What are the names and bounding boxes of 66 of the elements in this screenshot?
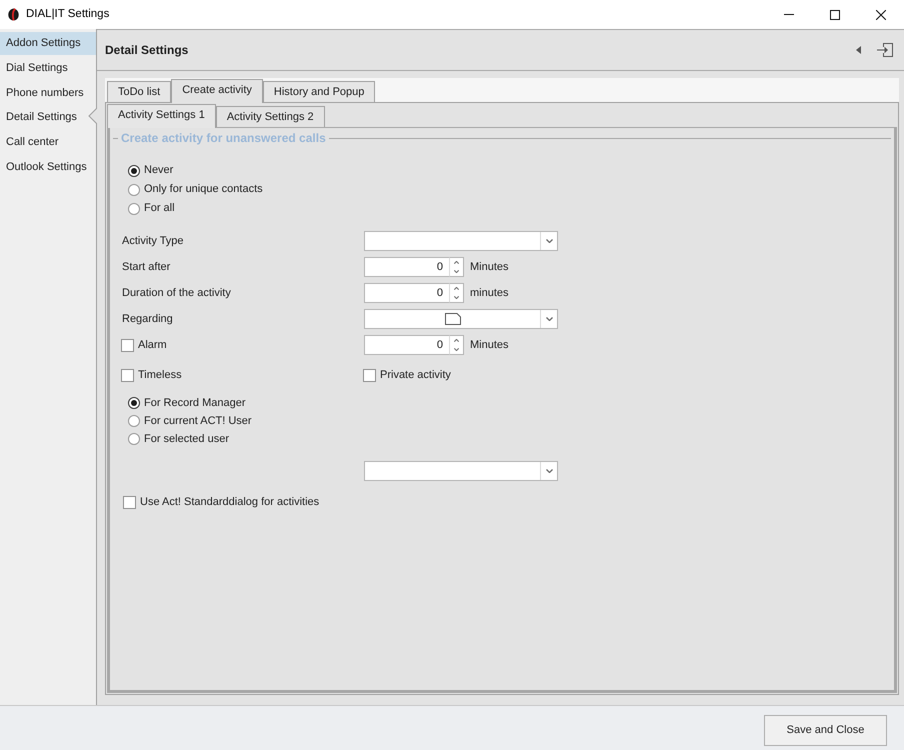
minimize-icon [784,14,794,15]
arrow-into-box-icon[interactable] [877,43,893,57]
checkbox[interactable] [121,368,134,382]
dropdown-field[interactable] [364,309,558,329]
dropdown-field[interactable] [364,461,558,481]
tab[interactable]: Create activity [171,79,263,103]
chevron-down-icon [454,296,459,299]
triangle-left-icon[interactable] [856,46,861,54]
checkbox[interactable] [123,496,136,508]
radio-label: For current ACT! User [144,414,252,429]
tab[interactable]: ToDo list [107,81,172,102]
chevron-down-icon [454,348,459,351]
checkbox-label: Alarm [138,338,167,353]
unit-label: minutes [470,286,509,301]
maximize-icon [830,10,840,20]
chevron-up-icon [454,287,459,290]
spinner[interactable] [449,257,464,277]
checkbox-label: Private activity [380,368,451,383]
radio-button[interactable] [128,184,140,196]
chevron-down-icon [546,239,552,243]
checkbox-label: Timeless [138,368,182,383]
sidebar-item[interactable]: Phone numbers [0,81,96,104]
group-title: Create activity for unanswered calls [121,130,326,147]
checkbox-label: Use Act! Standarddialog for activities [140,494,320,510]
radio-button[interactable] [128,415,140,427]
radio-label: For Record Manager [144,396,246,411]
dropdown-field[interactable] [364,231,558,251]
sidebar-item[interactable]: Addon Settings [0,32,96,55]
chevron-down-icon [546,317,552,321]
radio-label: Only for unique contacts [144,182,263,198]
checkbox[interactable] [121,338,134,352]
unit-label: Minutes [470,338,509,353]
close-icon [876,10,886,20]
number-field[interactable]: 0 [364,335,449,355]
radio-label: Never [144,163,174,178]
radio-button[interactable] [128,202,140,214]
spinner[interactable] [449,335,464,355]
document-icon [444,313,460,325]
tab[interactable]: History and Popup [262,81,376,102]
number-field[interactable]: 0 [364,257,449,277]
window-title: DIAL|IT Settings [26,6,110,22]
logo-icon [8,8,19,21]
radio-label: For selected user [144,432,229,447]
sidebar-item[interactable]: Call center [0,130,96,154]
field-label: Regarding [122,312,173,327]
tab[interactable]: Activity Settings 2 [216,106,325,127]
field-label: Start after [122,260,170,275]
field-label: Activity Type [122,234,184,249]
field-label: Duration of the activity [122,286,231,301]
tab[interactable]: Activity Settings 1 [107,104,216,128]
radio-button[interactable] [128,433,140,445]
save-close-button[interactable]: Save and Close [764,715,887,746]
chevron-down-icon [546,469,552,473]
number-field[interactable]: 0 [364,283,449,303]
chevron-up-icon [454,261,459,264]
chevron-down-icon [454,270,459,273]
radio-button[interactable] [128,397,140,409]
panel-title: Detail Settings [105,42,188,59]
chevron-up-icon [454,339,459,342]
sidebar-item[interactable]: Dial Settings [0,56,96,80]
checkbox[interactable] [363,368,376,382]
unit-label: Minutes [470,260,509,275]
sidebar-item[interactable]: Outlook Settings [0,156,96,178]
radio-label: For all [144,201,175,216]
radio-button[interactable] [128,164,140,176]
spinner[interactable] [449,283,464,303]
